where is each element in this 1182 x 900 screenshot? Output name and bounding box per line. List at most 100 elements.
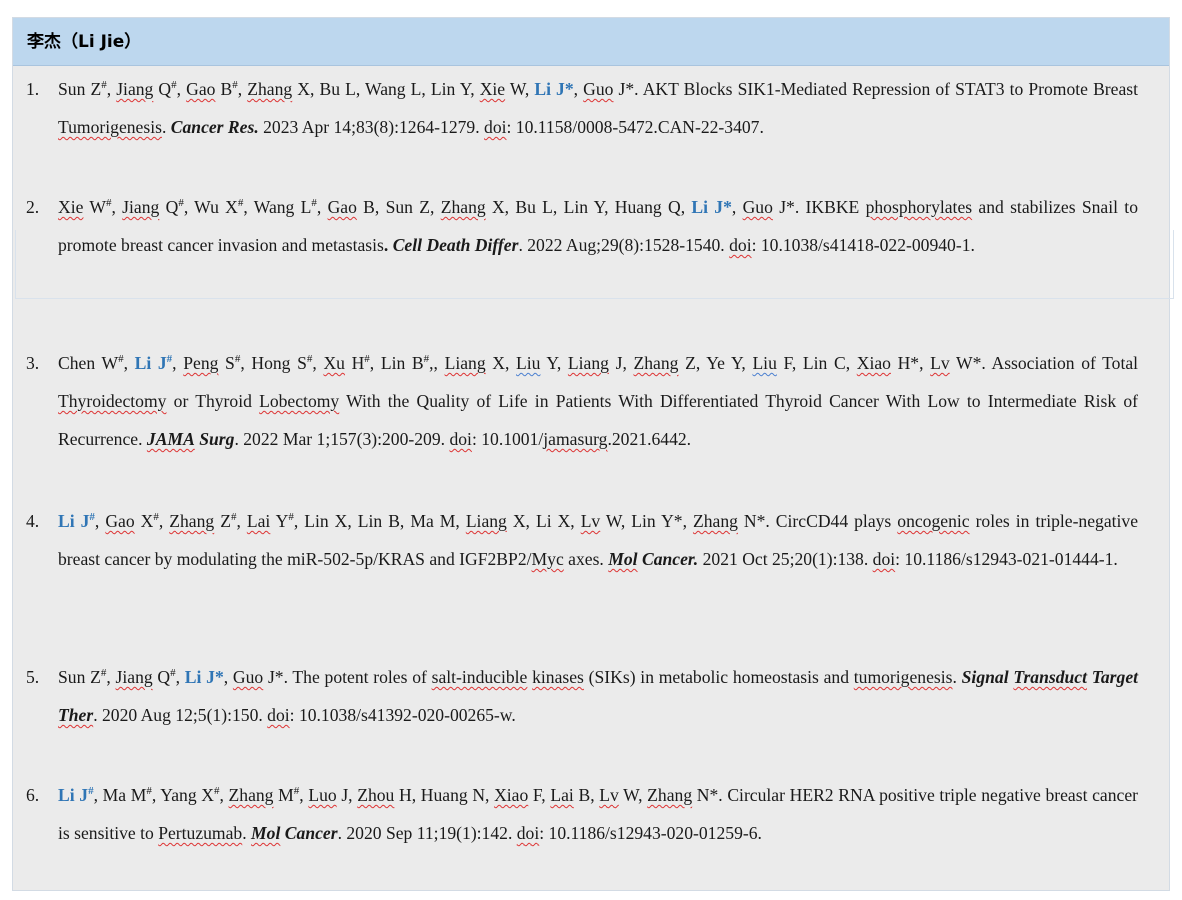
spellcheck-word: Zhang <box>247 79 293 99</box>
highlighted-author: Li J* <box>534 79 574 99</box>
spellcheck-word: doi <box>516 823 540 843</box>
spellcheck-word: jamasurg <box>543 429 608 449</box>
spellcheck-word: Xiao <box>856 353 891 373</box>
spellcheck-word: Tumorigenesis <box>58 117 162 137</box>
grammar-word: Liu <box>516 353 541 373</box>
text-segment: N*. CircCD44 plays <box>737 511 898 531</box>
spellcheck-word: Lv <box>599 785 619 805</box>
spellcheck-word: tumorigenesis <box>853 667 953 687</box>
highlighted-author: Li J <box>58 511 90 531</box>
spellcheck-word: Liang <box>444 353 486 373</box>
text-segment: , <box>175 667 185 687</box>
spellcheck-word: Xu <box>323 353 345 373</box>
text-segment: Q <box>153 79 172 99</box>
journal-name: Cancer. <box>641 549 699 569</box>
spellcheck-word: Lai <box>246 511 271 531</box>
journal-name: Cancer Res. <box>170 117 259 137</box>
section-header: 李杰（Li Jie） <box>13 18 1169 66</box>
text-segment: , <box>573 79 584 99</box>
text-segment: . 2022 Aug;29(8):1528-1540. <box>518 235 730 255</box>
text-segment: Q <box>159 197 179 217</box>
journal-name: Cell Death Differ <box>392 235 519 255</box>
spellcheck-word: Zhang <box>228 785 274 805</box>
text-segment: Sun Z <box>58 79 102 99</box>
text-segment: . 2020 Aug 12;5(1):150. <box>93 705 268 725</box>
text-segment: S <box>218 353 235 373</box>
spellcheck-word: doi <box>872 549 896 569</box>
highlighted-author: Li J* <box>691 197 732 217</box>
text-segment: 2023 Apr 14;83(8):1264-1279. <box>258 117 485 137</box>
text-segment: , Wang L <box>243 197 312 217</box>
spellcheck-word: Gao <box>327 197 357 217</box>
spellcheck-word: Myc <box>531 549 564 569</box>
journal-name: Cancer <box>284 823 338 843</box>
text-segment: , <box>299 785 309 805</box>
publication-item: 5. Sun Z#, Jiang Q#, Li J*, Guo J*. The … <box>12 658 1170 734</box>
spellcheck-word: kinases <box>532 667 584 687</box>
spellcheck-word: Xie <box>479 79 506 99</box>
spellcheck-word: doi <box>449 429 472 449</box>
spellcheck-word: Liang <box>567 353 609 373</box>
text-segment: W, <box>618 785 648 805</box>
spellcheck-word: Lobectomy <box>259 391 340 411</box>
spellcheck-word: Zhang <box>440 197 486 217</box>
text-segment: F, Lin C, <box>776 353 857 373</box>
text-segment: . 2022 Mar 1;157(3):200-209. <box>234 429 450 449</box>
journal-name: Target <box>1091 667 1139 687</box>
text-segment: W, Lin Y*, <box>600 511 693 531</box>
text-segment: J*. AKT Blocks SIK1-Mediated Repression … <box>613 79 1139 99</box>
text-segment: , <box>223 667 233 687</box>
text-segment: , <box>237 79 248 99</box>
text-segment: , Hong S <box>240 353 307 373</box>
text-segment: , Yang X <box>151 785 214 805</box>
text-segment: , <box>312 353 324 373</box>
text-segment: .2021.6442. <box>607 429 692 449</box>
text-segment: W <box>83 197 106 217</box>
text-segment: , Lin B <box>369 353 424 373</box>
text-segment: X, Bu L, Lin Y, Huang Q, <box>485 197 692 217</box>
text-segment: . <box>242 823 252 843</box>
publication-number: 6. <box>26 785 40 805</box>
publication-number: 2. <box>26 197 40 217</box>
spellcheck-word: salt-inducible <box>431 667 528 687</box>
text-segment: Z, Ye Y, <box>678 353 753 373</box>
spellcheck-word: Lv <box>930 353 950 373</box>
publication-number: 5. <box>26 667 40 687</box>
text-segment: axes. <box>563 549 609 569</box>
text-segment: H*, <box>890 353 931 373</box>
text-segment: Chen W <box>58 353 119 373</box>
text-segment: X, Bu L, Wang L, Lin Y, <box>292 79 480 99</box>
text-segment: , <box>236 511 247 531</box>
text-segment: , <box>316 197 328 217</box>
text-segment: , <box>106 667 116 687</box>
text-segment: B <box>215 79 233 99</box>
spellcheck-word: Jiang <box>116 79 154 99</box>
publication-text: Sun Z#, Jiang Q#, Li J*, Guo J*. The pot… <box>58 658 1138 734</box>
publication-item: 1. Sun Z#, Jiang Q#, Gao B#, Zhang X, Bu… <box>12 70 1170 146</box>
text-segment: , Wu X <box>183 197 238 217</box>
spellcheck-word: Gao <box>186 79 216 99</box>
text-segment: : 10.1186/s12943-021-01444-1. <box>895 549 1118 569</box>
text-segment: (SIKs) in metabolic homeostasis and <box>583 667 854 687</box>
journal-name: Mol <box>251 823 281 843</box>
text-segment: , Lin X, Lin B, Ma M, <box>293 511 466 531</box>
spellcheck-word: Jiang <box>115 667 153 687</box>
spellcheck-word: Luo <box>308 785 337 805</box>
highlighted-author: Li J* <box>184 667 224 687</box>
spellcheck-word: Thyroidectomy <box>58 391 167 411</box>
text-segment: H <box>344 353 365 373</box>
spellcheck-word: Zhou <box>357 785 395 805</box>
spellcheck-word: Guo <box>232 667 264 687</box>
text-segment: J*. The potent roles of <box>263 667 432 687</box>
grammar-word: Liu <box>752 353 777 373</box>
spellcheck-word: Gao <box>105 511 135 531</box>
journal-name: JAMA <box>146 429 195 449</box>
text-segment: H, Huang N, <box>394 785 495 805</box>
text-segment: : 10.1001/ <box>471 429 544 449</box>
text-segment: , <box>94 511 106 531</box>
publication-number: 1. <box>26 79 40 99</box>
publication-text: Sun Z#, Jiang Q#, Gao B#, Zhang X, Bu L,… <box>58 70 1138 146</box>
text-segment: or Thyroid <box>166 391 260 411</box>
text-segment: : 10.1186/s12943-020-01259-6. <box>539 823 762 843</box>
text-segment: , <box>158 511 170 531</box>
